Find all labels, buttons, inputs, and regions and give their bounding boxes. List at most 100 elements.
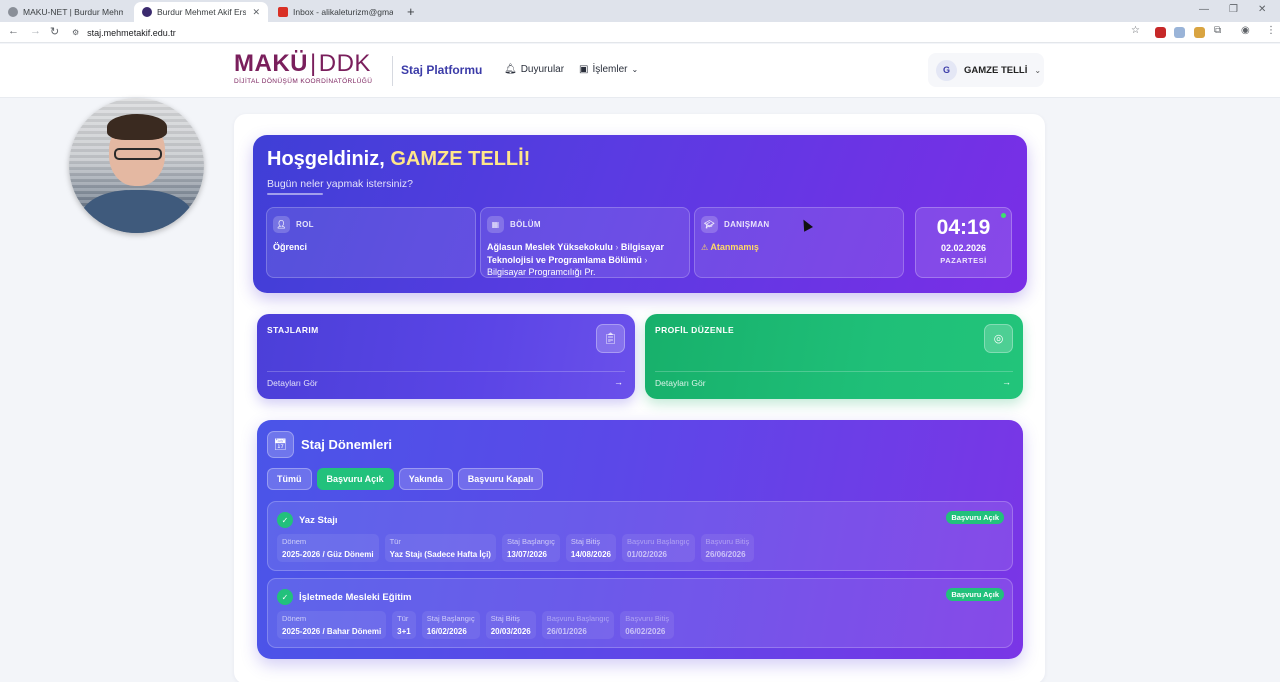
maximize-icon[interactable]: ❐ — [1229, 4, 1238, 15]
user-name: GAMZE TELLİ — [964, 64, 1028, 76]
role-label: ROL — [296, 220, 314, 229]
filter-all-button[interactable]: Tümü — [267, 468, 312, 490]
platform-title[interactable]: Staj Platformu — [401, 63, 482, 77]
extension-icon[interactable] — [1194, 27, 1205, 38]
gmail-icon — [278, 7, 288, 17]
tab-close-icon[interactable]: ✕ — [252, 7, 260, 18]
welcome-greeting: Hoşgeldiniz, — [267, 148, 385, 170]
period-field: Başvuru Başlangıç 01/02/2026 — [621, 534, 695, 562]
status-badge: Başvuru Açık — [946, 511, 1004, 524]
extensions-puzzle-icon[interactable]: ⧉ — [1214, 25, 1221, 36]
role-card: 👤︎ ROL Öğrenci — [266, 207, 476, 278]
tab-favicon-icon — [142, 7, 152, 17]
internship-periods-panel: 📅︎ Staj Dönemleri Tümü Başvuru Açık Yakı… — [257, 420, 1023, 659]
arrow-right-icon[interactable]: → — [614, 377, 623, 387]
welcome-subtitle: Bugün neler yapmak istersiniz? — [267, 178, 413, 190]
close-window-icon[interactable]: ✕ — [1258, 4, 1266, 15]
period-filters: Tümü Başvuru Açık Yakında Başvuru Kapalı — [267, 468, 544, 490]
site-header: MAKÜ|DDK DİJİTAL DÖNÜŞÜM KOORDİNATÖRLÜĞÜ… — [0, 44, 1280, 98]
period-field: Başvuru Başlangıç 26/01/2026 — [541, 611, 615, 639]
clock-date: 02.02.2026 — [940, 243, 987, 253]
bookmark-star-icon[interactable]: ☆ — [1131, 25, 1140, 36]
graduation-cap-icon: 🎓︎ — [701, 216, 718, 233]
extension-icon[interactable] — [1174, 27, 1185, 38]
extension-icon[interactable] — [1155, 27, 1166, 38]
browser-tab[interactable]: MAKU-NET | Burdur Mehmet Akif — [0, 2, 132, 22]
building-icon: ▦ — [487, 216, 504, 233]
browser-tab-active[interactable]: Burdur Mehmet Akif Ersoy ✕ — [134, 2, 268, 22]
browser-tab[interactable]: Inbox - alikaleturizm@gmail.com — [270, 2, 404, 22]
clock-time: 04:19 — [936, 216, 991, 239]
filter-upcoming-button[interactable]: Yakında — [398, 468, 453, 490]
tab-title: Inbox - alikaleturizm@gmail.com — [293, 7, 393, 17]
new-tab-icon[interactable]: + — [407, 4, 415, 19]
welcome-title: Hoşgeldiniz, GAMZE TELLİ! — [267, 148, 530, 171]
check-circle-icon: ✓ — [277, 512, 293, 528]
period-name: İşletmede Mesleki Eğitim — [299, 592, 412, 603]
profile-details-link[interactable]: Detayları Gör — [655, 378, 706, 388]
period-field: Başvuru Bitiş 06/02/2026 — [620, 611, 675, 639]
filter-closed-button[interactable]: Başvuru Kapalı — [457, 468, 544, 490]
periods-title: Staj Dönemleri — [301, 437, 393, 452]
site-info-icon[interactable]: ⚙ — [72, 28, 79, 37]
period-field: Staj Başlangıç 16/02/2026 — [421, 611, 480, 639]
reload-icon[interactable]: ↻ — [50, 25, 59, 38]
back-icon[interactable]: ← — [8, 25, 19, 37]
chevron-down-icon: ⌄ — [1034, 65, 1042, 75]
logo-ddk-text: DDK — [318, 50, 371, 77]
nav-announcements-label: Duyurular — [520, 64, 565, 75]
menu-kebab-icon[interactable]: ⋮ — [1266, 25, 1276, 36]
advisor-label: DANIŞMAN — [724, 220, 770, 229]
role-value: Öğrenci — [273, 242, 308, 252]
filter-open-button[interactable]: Başvuru Açık — [316, 468, 394, 490]
tab-title: MAKU-NET | Burdur Mehmet Akif — [23, 7, 123, 17]
forward-icon[interactable]: → — [30, 25, 41, 37]
url-text: staj.mehmetakif.edu.tr — [87, 27, 176, 38]
calendar-icon: 📅︎ — [267, 431, 294, 458]
internships-card-title: STAJLARIM — [267, 325, 319, 335]
tab-favicon-icon — [8, 7, 18, 17]
nav-operations-label: İşlemler — [592, 64, 628, 75]
period-field: Tür 3+1 — [392, 611, 416, 639]
period-item[interactable]: ✓ İşletmede Mesleki Eğitim Başvuru Açık … — [267, 578, 1013, 648]
department-card: ▦ BÖLÜM Ağlasun Meslek Yüksekokulu › Bil… — [480, 207, 690, 278]
arrow-right-icon[interactable]: → — [1002, 377, 1011, 387]
avatar: G — [936, 59, 957, 81]
divider — [267, 371, 625, 372]
welcome-hero: Hoşgeldiniz, GAMZE TELLİ! Bugün neler ya… — [253, 135, 1027, 293]
clipboard-icon: ▣ — [579, 64, 589, 75]
period-item[interactable]: ✓ Yaz Stajı Başvuru Açık Dönem 2025-2026 … — [267, 501, 1013, 571]
period-field: Tür Yaz Stajı (Sadece Hafta İçi) — [384, 534, 496, 562]
logo-subtitle: DİJİTAL DÖNÜŞÜM KOORDİNATÖRLÜĞÜ — [234, 78, 373, 85]
nav-announcements[interactable]: 🔔︎ Duyurular — [504, 64, 564, 75]
period-name: Yaz Stajı — [299, 515, 338, 526]
status-badge: Başvuru Açık — [946, 588, 1004, 601]
bell-icon: 🔔︎ — [504, 64, 517, 75]
user-menu-button[interactable]: G GAMZE TELLİ ⌄ — [928, 53, 1044, 87]
period-field: Staj Bitiş 14/08/2026 — [565, 534, 616, 562]
minimize-icon[interactable]: — — [1199, 4, 1209, 15]
address-bar: ← → ↻ ⚙ staj.mehmetakif.edu.tr ☆ ⧉ ◉ ⋮ — [0, 22, 1280, 43]
internships-details-link[interactable]: Detayları Gör — [267, 378, 318, 388]
clock-card: 04:19 02.02.2026 PAZARTESİ — [915, 207, 1012, 278]
warning-icon: ⚠ — [701, 243, 709, 252]
period-field: Dönem 2025-2026 / Bahar Dönemi — [277, 611, 387, 639]
divider — [267, 193, 323, 195]
user-icon: 👤︎ — [273, 216, 290, 233]
divider — [655, 371, 1013, 372]
tab-title: Burdur Mehmet Akif Ersoy — [157, 7, 247, 17]
period-field: Dönem 2025-2026 / Güz Dönemi — [277, 534, 379, 562]
logo-maku-text: MAKÜ — [234, 50, 308, 77]
profile-icon[interactable]: ◉ — [1241, 25, 1250, 36]
url-field[interactable]: ⚙ staj.mehmetakif.edu.tr — [66, 24, 1146, 41]
nav-operations[interactable]: ▣ İşlemler ⌄ — [579, 64, 638, 75]
clock-day: PAZARTESİ — [940, 256, 987, 265]
online-status-dot — [1001, 213, 1006, 218]
profile-card-title: PROFİL DÜZENLE — [655, 325, 735, 335]
user-circle-icon: ◎ — [984, 324, 1013, 353]
advisor-value: Atanmamış — [710, 242, 759, 252]
internships-card[interactable]: STAJLARIM 📋︎ Detayları Gör → — [257, 314, 635, 399]
department-label: BÖLÜM — [510, 220, 541, 229]
maku-ddk-logo[interactable]: MAKÜ|DDK DİJİTAL DÖNÜŞÜM KOORDİNATÖRLÜĞÜ — [234, 50, 373, 86]
profile-edit-card[interactable]: PROFİL DÜZENLE ◎ Detayları Gör → — [645, 314, 1023, 399]
